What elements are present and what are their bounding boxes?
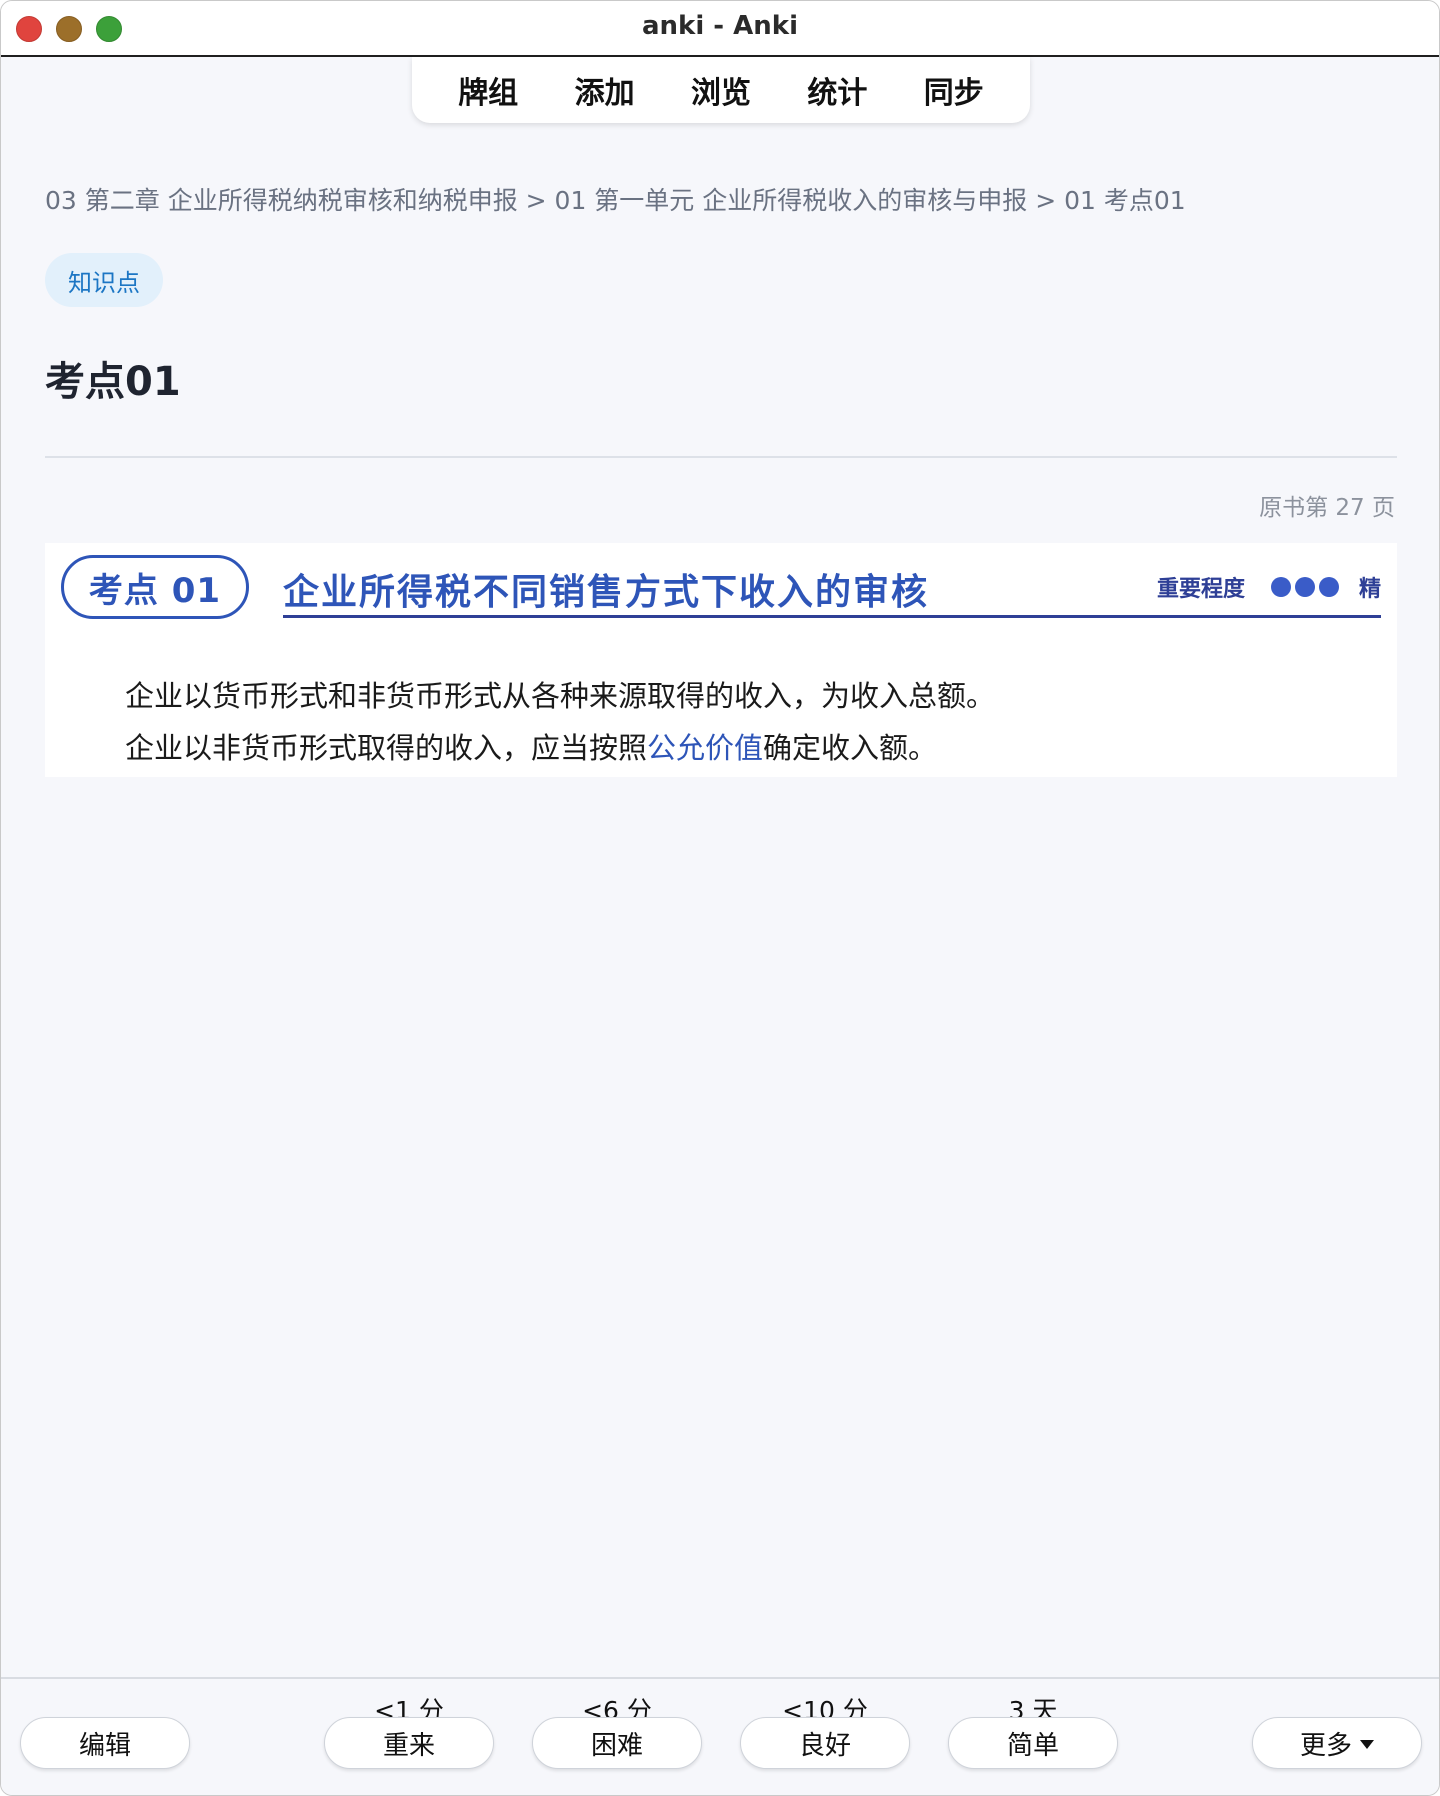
more-button[interactable]: 更多 (1252, 1717, 1422, 1769)
importance-dots (1270, 577, 1339, 597)
more-button-label: 更多 (1299, 1730, 1352, 1761)
edit-button[interactable]: 编辑 (20, 1717, 190, 1769)
window-title: anki - Anki (642, 11, 798, 41)
toolbar-decks[interactable]: 牌组 (448, 64, 528, 116)
scan-heading: 企业所得税不同销售方式下收入的审核 (283, 572, 930, 613)
scan-heading-rule (283, 615, 1381, 618)
review-bottom-bar (1, 1677, 1439, 1795)
card-title: 考点01 (45, 359, 181, 405)
toolbar-stats[interactable]: 统计 (797, 64, 877, 116)
scan-importance: 重要程度 精 (1157, 571, 1381, 603)
importance-label: 重要程度 (1156, 577, 1245, 602)
title-bar: anki - Anki (1, 1, 1439, 57)
toolbar-browse[interactable]: 浏览 (681, 64, 761, 116)
page-reference: 原书第 27 页 (1259, 495, 1395, 521)
content-divider (45, 456, 1397, 458)
toolbar-add[interactable]: 添加 (565, 64, 645, 116)
anki-window: anki - Anki 牌组 添加 浏览 统计 同步 03 第二章 企业所得税纳… (0, 0, 1440, 1796)
book-scan-image: 考点 01 企业所得税不同销售方式下收入的审核 重要程度 精 企业以货币形式和非… (45, 543, 1397, 777)
importance-suffix: 精 (1358, 577, 1381, 602)
scan-text-line-2-pre: 企业以非货币形式取得的收入，应当按照 (125, 731, 648, 765)
card-tag: 知识点 (45, 253, 163, 307)
again-button[interactable]: 重来 (324, 1717, 494, 1769)
main-toolbar: 牌组 添加 浏览 统计 同步 (412, 57, 1030, 123)
importance-dot-icon (1294, 577, 1315, 597)
caret-down-icon (1360, 1739, 1374, 1749)
scan-text-line-2-post: 确定收入额。 (763, 731, 938, 765)
deck-breadcrumb: 03 第二章 企业所得税纳税审核和纳税申报 > 01 第一单元 企业所得税收入的… (45, 186, 1186, 215)
good-button[interactable]: 良好 (740, 1717, 910, 1769)
scan-text-highlight: 公允价值 (647, 731, 764, 765)
importance-dot-icon (1270, 577, 1291, 597)
toolbar-sync[interactable]: 同步 (914, 64, 994, 116)
hard-button[interactable]: 困难 (532, 1717, 702, 1769)
scan-text-line-2: 企业以非货币形式取得的收入，应当按照公允价值确定收入额。 (125, 725, 937, 767)
scan-topic-pill: 考点 01 (61, 555, 249, 619)
scan-text-line-1: 企业以货币形式和非货币形式从各种来源取得的收入，为收入总额。 (125, 679, 996, 713)
easy-button[interactable]: 简单 (948, 1717, 1118, 1769)
importance-dot-icon (1318, 577, 1339, 597)
